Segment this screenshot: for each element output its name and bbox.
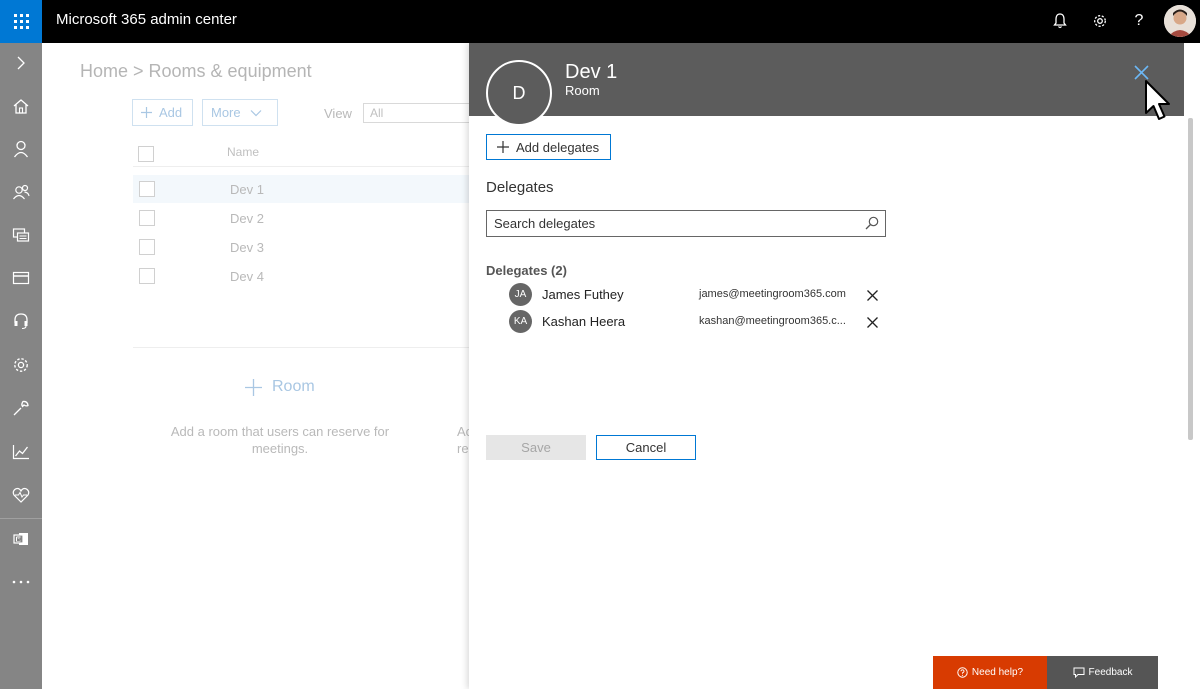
table-row-selected[interactable] bbox=[133, 175, 473, 203]
settings-button[interactable] bbox=[1088, 9, 1112, 33]
row-checkbox[interactable] bbox=[139, 181, 155, 197]
panel-subtitle: Room bbox=[565, 83, 600, 98]
home-icon bbox=[13, 99, 29, 114]
groups-icon bbox=[13, 184, 30, 200]
table-row-name[interactable]: Dev 3 bbox=[230, 240, 264, 255]
row-checkbox[interactable] bbox=[139, 268, 155, 284]
cancel-button[interactable]: Cancel bbox=[596, 435, 696, 460]
close-icon bbox=[1133, 64, 1149, 80]
user-icon bbox=[13, 140, 29, 158]
nav-resources[interactable] bbox=[0, 220, 42, 250]
nav-divider bbox=[0, 518, 42, 519]
help-button[interactable]: ? bbox=[1127, 9, 1151, 33]
resources-icon bbox=[12, 228, 30, 242]
add-delegates-label: Add delegates bbox=[516, 139, 600, 155]
user-avatar[interactable] bbox=[1164, 5, 1196, 37]
remove-delegate-button[interactable] bbox=[866, 289, 878, 301]
nav-health[interactable] bbox=[0, 480, 42, 510]
left-nav-rail bbox=[0, 43, 42, 689]
headset-icon bbox=[14, 313, 28, 330]
panel-scrollbar[interactable] bbox=[1188, 118, 1193, 440]
add-room-link[interactable]: Room bbox=[245, 378, 315, 396]
heart-icon bbox=[12, 487, 30, 503]
panel-title: Dev 1 bbox=[565, 61, 618, 83]
nav-more[interactable] bbox=[0, 567, 42, 597]
help-icon: ? bbox=[1134, 12, 1144, 29]
nav-exchange[interactable] bbox=[0, 524, 42, 554]
add-room-description: Add a room that users can reserve for me… bbox=[170, 424, 390, 456]
wrench-icon bbox=[13, 400, 29, 416]
plus-icon bbox=[497, 141, 509, 153]
row-checkbox[interactable] bbox=[139, 239, 155, 255]
view-label: View bbox=[324, 106, 352, 121]
notifications-button[interactable] bbox=[1048, 9, 1072, 33]
breadcrumb[interactable]: Home > Rooms & equipment bbox=[80, 61, 312, 82]
table-row-name[interactable]: Dev 4 bbox=[230, 269, 264, 284]
need-help-button[interactable]: Need help? bbox=[933, 656, 1047, 689]
save-button[interactable]: Save bbox=[486, 435, 586, 460]
nav-groups[interactable] bbox=[0, 177, 42, 207]
plus-icon bbox=[245, 378, 262, 396]
view-select[interactable]: All bbox=[363, 103, 473, 123]
nav-home[interactable] bbox=[0, 91, 42, 121]
close-icon bbox=[866, 289, 878, 301]
chevron-down-icon bbox=[250, 109, 262, 116]
app-launcher-button[interactable] bbox=[0, 0, 42, 43]
top-bar: Microsoft 365 admin center ? bbox=[0, 0, 1200, 43]
add-delegates-button[interactable]: Add delegates bbox=[486, 134, 611, 160]
waffle-icon bbox=[13, 14, 29, 29]
panel-header: Dev 1 Room bbox=[469, 43, 1184, 120]
billing-icon bbox=[12, 271, 30, 285]
search-delegates-text: Search delegates bbox=[494, 216, 596, 231]
delegates-section-title: Delegates bbox=[486, 179, 554, 196]
column-header-name[interactable]: Name bbox=[227, 145, 259, 159]
select-all-checkbox[interactable] bbox=[138, 146, 154, 162]
feedback-button[interactable]: Feedback bbox=[1047, 656, 1158, 689]
room-details-panel: Dev 1 Room D Add delegates Delegates Sea… bbox=[469, 43, 1200, 689]
delegate-avatar: JA bbox=[509, 283, 532, 306]
add-room-label: Room bbox=[272, 378, 315, 395]
more-button[interactable]: More bbox=[202, 99, 278, 126]
question-circle-icon bbox=[957, 667, 968, 678]
add-button[interactable]: Add bbox=[132, 99, 193, 126]
nav-settings[interactable] bbox=[0, 350, 42, 380]
nav-reports[interactable] bbox=[0, 437, 42, 467]
feedback-label: Feedback bbox=[1088, 667, 1133, 678]
delegates-count-title: Delegates (2) bbox=[486, 263, 567, 278]
delegate-name: Kashan Heera bbox=[542, 314, 626, 329]
add-button-label: Add bbox=[159, 105, 183, 120]
ellipsis-icon bbox=[12, 580, 30, 584]
nav-setup[interactable] bbox=[0, 393, 42, 423]
nav-support[interactable] bbox=[0, 306, 42, 336]
gear-icon bbox=[14, 358, 28, 372]
exchange-icon bbox=[13, 533, 28, 545]
bell-icon bbox=[1053, 13, 1067, 29]
app-title: Microsoft 365 admin center bbox=[56, 11, 237, 28]
remove-delegate-button[interactable] bbox=[866, 316, 878, 328]
chevron-right-icon bbox=[17, 56, 25, 70]
section-divider bbox=[133, 347, 473, 348]
row-checkbox[interactable] bbox=[139, 210, 155, 226]
nav-expand-button[interactable] bbox=[0, 48, 42, 78]
need-help-label: Need help? bbox=[971, 667, 1024, 678]
delegate-name: James Futhey bbox=[542, 287, 624, 302]
delegate-email: kashan@meetingroom365.c... bbox=[699, 315, 846, 327]
header-divider bbox=[133, 166, 473, 167]
delegate-avatar: KA bbox=[509, 310, 532, 333]
more-button-label: More bbox=[211, 105, 241, 120]
mouse-cursor-icon bbox=[1145, 80, 1170, 120]
search-icon[interactable] bbox=[865, 216, 879, 230]
table-row-name[interactable]: Dev 2 bbox=[230, 211, 264, 226]
nav-billing[interactable] bbox=[0, 263, 42, 293]
table-row-name[interactable]: Dev 1 bbox=[230, 182, 264, 197]
search-delegates-input[interactable]: Search delegates bbox=[486, 210, 886, 237]
nav-users[interactable] bbox=[0, 134, 42, 164]
chart-icon bbox=[12, 445, 29, 460]
plus-icon bbox=[141, 107, 152, 118]
close-icon bbox=[866, 316, 878, 328]
comment-icon bbox=[1073, 667, 1085, 678]
gear-icon bbox=[1094, 15, 1106, 27]
room-avatar: D bbox=[486, 60, 552, 126]
delegate-email: james@meetingroom365.com bbox=[699, 288, 846, 300]
